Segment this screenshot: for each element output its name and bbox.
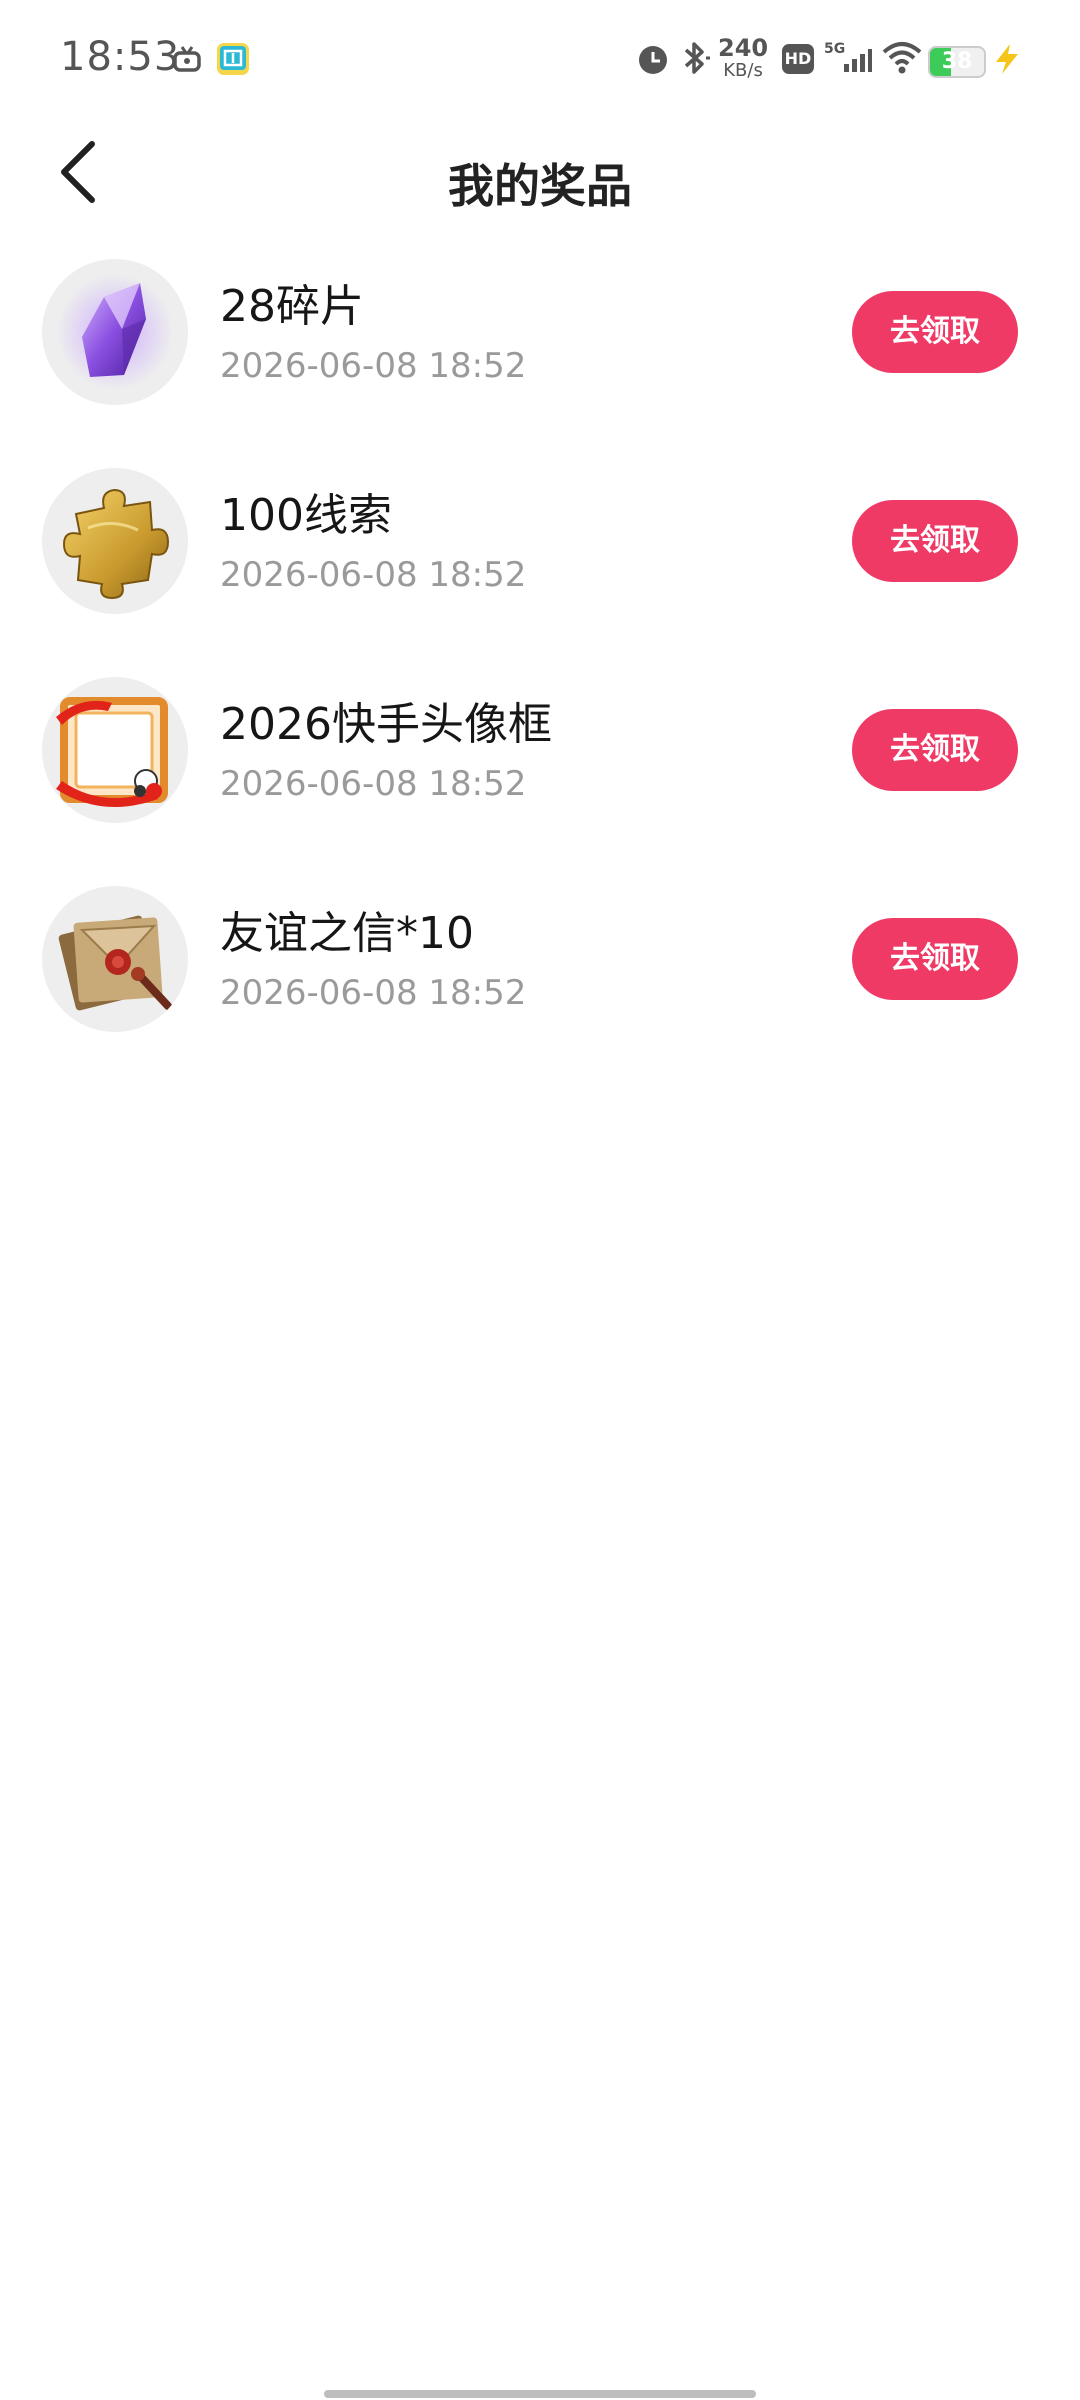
sealed-letter-icon [42,886,188,1032]
purple-crystal-icon [42,259,188,405]
prize-name: 2026快手头像框 [220,699,552,750]
list-item: 100线索 2026-06-08 18:52 去领取 [0,459,1080,668]
prize-name: 28碎片 [220,281,364,332]
prize-date: 2026-06-08 18:52 [220,346,527,386]
wifi-icon [882,40,922,78]
prize-list: 28碎片 2026-06-08 18:52 去领取 100线索 2026-06-… [0,250,1080,1086]
list-item: 28碎片 2026-06-08 18:52 去领取 [0,250,1080,459]
prize-name: 100线索 [220,490,392,541]
claim-button[interactable]: 去领取 [852,291,1018,373]
network-speed: 240 KB/s [718,36,768,82]
home-indicator[interactable] [324,2390,756,2398]
page-title: 我的奖品 [448,159,632,213]
battery-level-text: 38 [941,49,973,74]
prize-date: 2026-06-08 18:52 [220,555,527,595]
signal-icon: 5G [824,40,872,80]
network-type-text: 5G [824,41,845,57]
tv-icon [172,44,202,78]
avatar-frame-icon [42,677,188,823]
battery-icon: 38 [928,46,986,78]
app-icon [216,42,250,80]
bluetooth-icon [678,40,712,80]
gold-puzzle-icon [42,468,188,614]
alarm-icon [636,42,670,80]
network-speed-value: 240 [718,34,769,62]
list-item: 2026快手头像框 2026-06-08 18:52 去领取 [0,668,1080,877]
hd-icon: HD [782,44,814,74]
header: 我的奖品 [0,120,1080,250]
claim-button[interactable]: 去领取 [852,500,1018,582]
status-time: 18:53 [60,34,181,80]
status-bar: 18:53 240 KB/s HD 5G 38 [0,0,1080,120]
charging-icon [992,42,1022,80]
prize-date: 2026-06-08 18:52 [220,764,527,804]
claim-button[interactable]: 去领取 [852,709,1018,791]
claim-button[interactable]: 去领取 [852,918,1018,1000]
list-item: 友谊之信*10 2026-06-08 18:52 去领取 [0,877,1080,1086]
prize-date: 2026-06-08 18:52 [220,973,527,1013]
network-speed-unit: KB/s [723,60,763,81]
prize-name: 友谊之信*10 [220,908,474,959]
